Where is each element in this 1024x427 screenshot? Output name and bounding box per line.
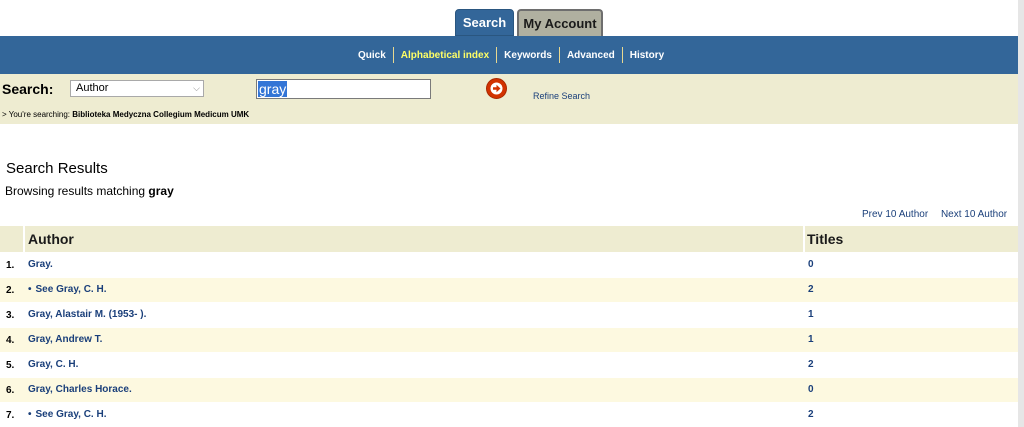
search-type-links: Quick Alphabetical index Keywords Advanced H… bbox=[354, 36, 668, 74]
author-name: See Gray, C. H. bbox=[35, 409, 107, 420]
titles-count-link[interactable]: 1 bbox=[808, 334, 814, 345]
nav-separator bbox=[558, 47, 560, 63]
author-link[interactable]: Gray, C. H. bbox=[28, 359, 78, 370]
author-name: Gray. bbox=[28, 259, 53, 270]
column-author: Author bbox=[28, 231, 74, 247]
search-type-navbar: Quick Alphabetical index Keywords Advanced H… bbox=[0, 36, 1018, 74]
pager: Prev 10 Author Next 10 Author bbox=[862, 209, 1017, 220]
nav-link-quick[interactable]: Quick bbox=[354, 50, 390, 61]
column-titles: Titles bbox=[807, 231, 844, 247]
search-field-select[interactable]: Author ⌵ bbox=[70, 80, 204, 97]
titles-count-link[interactable]: 1 bbox=[808, 309, 814, 320]
author-link[interactable]: • See Gray, C. H. bbox=[28, 409, 106, 420]
results-title: Search Results bbox=[6, 160, 108, 177]
nav-separator bbox=[392, 47, 394, 63]
author-name: Gray, Alastair M. (1953- ). bbox=[28, 309, 147, 320]
searching-prefix: > You're searching: bbox=[2, 110, 71, 119]
row-number: 6. bbox=[6, 385, 15, 396]
author-name: See Gray, C. H. bbox=[35, 284, 107, 295]
search-input[interactable]: gray bbox=[256, 79, 431, 99]
page-scrollbar[interactable] bbox=[1018, 0, 1024, 427]
arrow-right-circle-icon bbox=[490, 82, 503, 95]
header-divider bbox=[23, 226, 25, 252]
searching-info: > You're searching: Biblioteka Medyczna … bbox=[2, 110, 249, 119]
author-link[interactable]: • See Gray, C. H. bbox=[28, 284, 106, 295]
refine-search-link[interactable]: Refine Search bbox=[533, 91, 590, 101]
row-number: 5. bbox=[6, 360, 15, 371]
titles-count-link[interactable]: 0 bbox=[808, 384, 814, 395]
tab-my-account[interactable]: My Account bbox=[517, 9, 603, 36]
author-link[interactable]: Gray, Charles Horace. bbox=[28, 384, 132, 395]
row-number: 4. bbox=[6, 335, 15, 346]
go-button[interactable] bbox=[486, 78, 507, 99]
search-query-text: gray bbox=[258, 81, 288, 97]
titles-count-link[interactable]: 2 bbox=[808, 409, 814, 420]
nav-link-advanced[interactable]: Advanced bbox=[563, 50, 619, 61]
header-divider bbox=[803, 226, 805, 252]
search-label: Search: bbox=[2, 81, 54, 97]
titles-count-link[interactable]: 2 bbox=[808, 284, 814, 295]
author-name: Gray, Andrew T. bbox=[28, 334, 103, 345]
browsing-line: Browsing results matching gray bbox=[5, 184, 174, 198]
tab-search[interactable]: Search bbox=[455, 9, 514, 36]
next-author-link[interactable]: Next 10 Author bbox=[941, 209, 1007, 220]
nav-link-keywords[interactable]: Keywords bbox=[500, 50, 556, 61]
author-name: Gray, C. H. bbox=[28, 359, 79, 370]
author-link[interactable]: Gray, Andrew T. bbox=[28, 334, 102, 345]
row-number: 2. bbox=[6, 285, 15, 296]
search-field-value: Author bbox=[76, 82, 109, 94]
table-row: 4. Gray, Andrew T. 1 bbox=[0, 328, 1018, 352]
author-link[interactable]: Gray, Alastair M. (1953- ). bbox=[28, 309, 146, 320]
chevron-down-icon: ⌵ bbox=[193, 83, 200, 93]
browsing-term: gray bbox=[148, 184, 174, 198]
bullet-icon: • bbox=[28, 409, 32, 420]
search-panel: Search: Author ⌵ gray Refine Search > Yo… bbox=[0, 74, 1018, 124]
browsing-prefix: Browsing results matching bbox=[5, 184, 146, 198]
bullet-icon: • bbox=[28, 284, 32, 295]
prev-author-link[interactable]: Prev 10 Author bbox=[862, 209, 928, 220]
row-number: 1. bbox=[6, 260, 15, 271]
table-row: 2. • See Gray, C. H. 2 bbox=[0, 278, 1018, 302]
nav-link-alphabetical-index[interactable]: Alphabetical index bbox=[397, 50, 493, 61]
nav-separator bbox=[496, 47, 498, 63]
titles-count-link[interactable]: 0 bbox=[808, 259, 814, 270]
titles-count-link[interactable]: 2 bbox=[808, 359, 814, 370]
row-number: 7. bbox=[6, 410, 15, 421]
table-row: 5. Gray, C. H. 2 bbox=[0, 353, 1018, 377]
nav-link-history[interactable]: History bbox=[626, 50, 668, 61]
author-link[interactable]: Gray. bbox=[28, 259, 53, 270]
table-row: 3. Gray, Alastair M. (1953- ). 1 bbox=[0, 303, 1018, 327]
author-name: Gray, Charles Horace. bbox=[28, 384, 132, 395]
nav-separator bbox=[621, 47, 623, 63]
table-row: 1. Gray. 0 bbox=[0, 253, 1018, 277]
table-row: 7. • See Gray, C. H. 2 bbox=[0, 403, 1018, 427]
results-table-header: Author Titles bbox=[0, 226, 1018, 252]
row-number: 3. bbox=[6, 310, 15, 321]
table-row: 6. Gray, Charles Horace. 0 bbox=[0, 378, 1018, 402]
searching-library: Biblioteka Medyczna Collegium Medicum UM… bbox=[72, 110, 250, 119]
